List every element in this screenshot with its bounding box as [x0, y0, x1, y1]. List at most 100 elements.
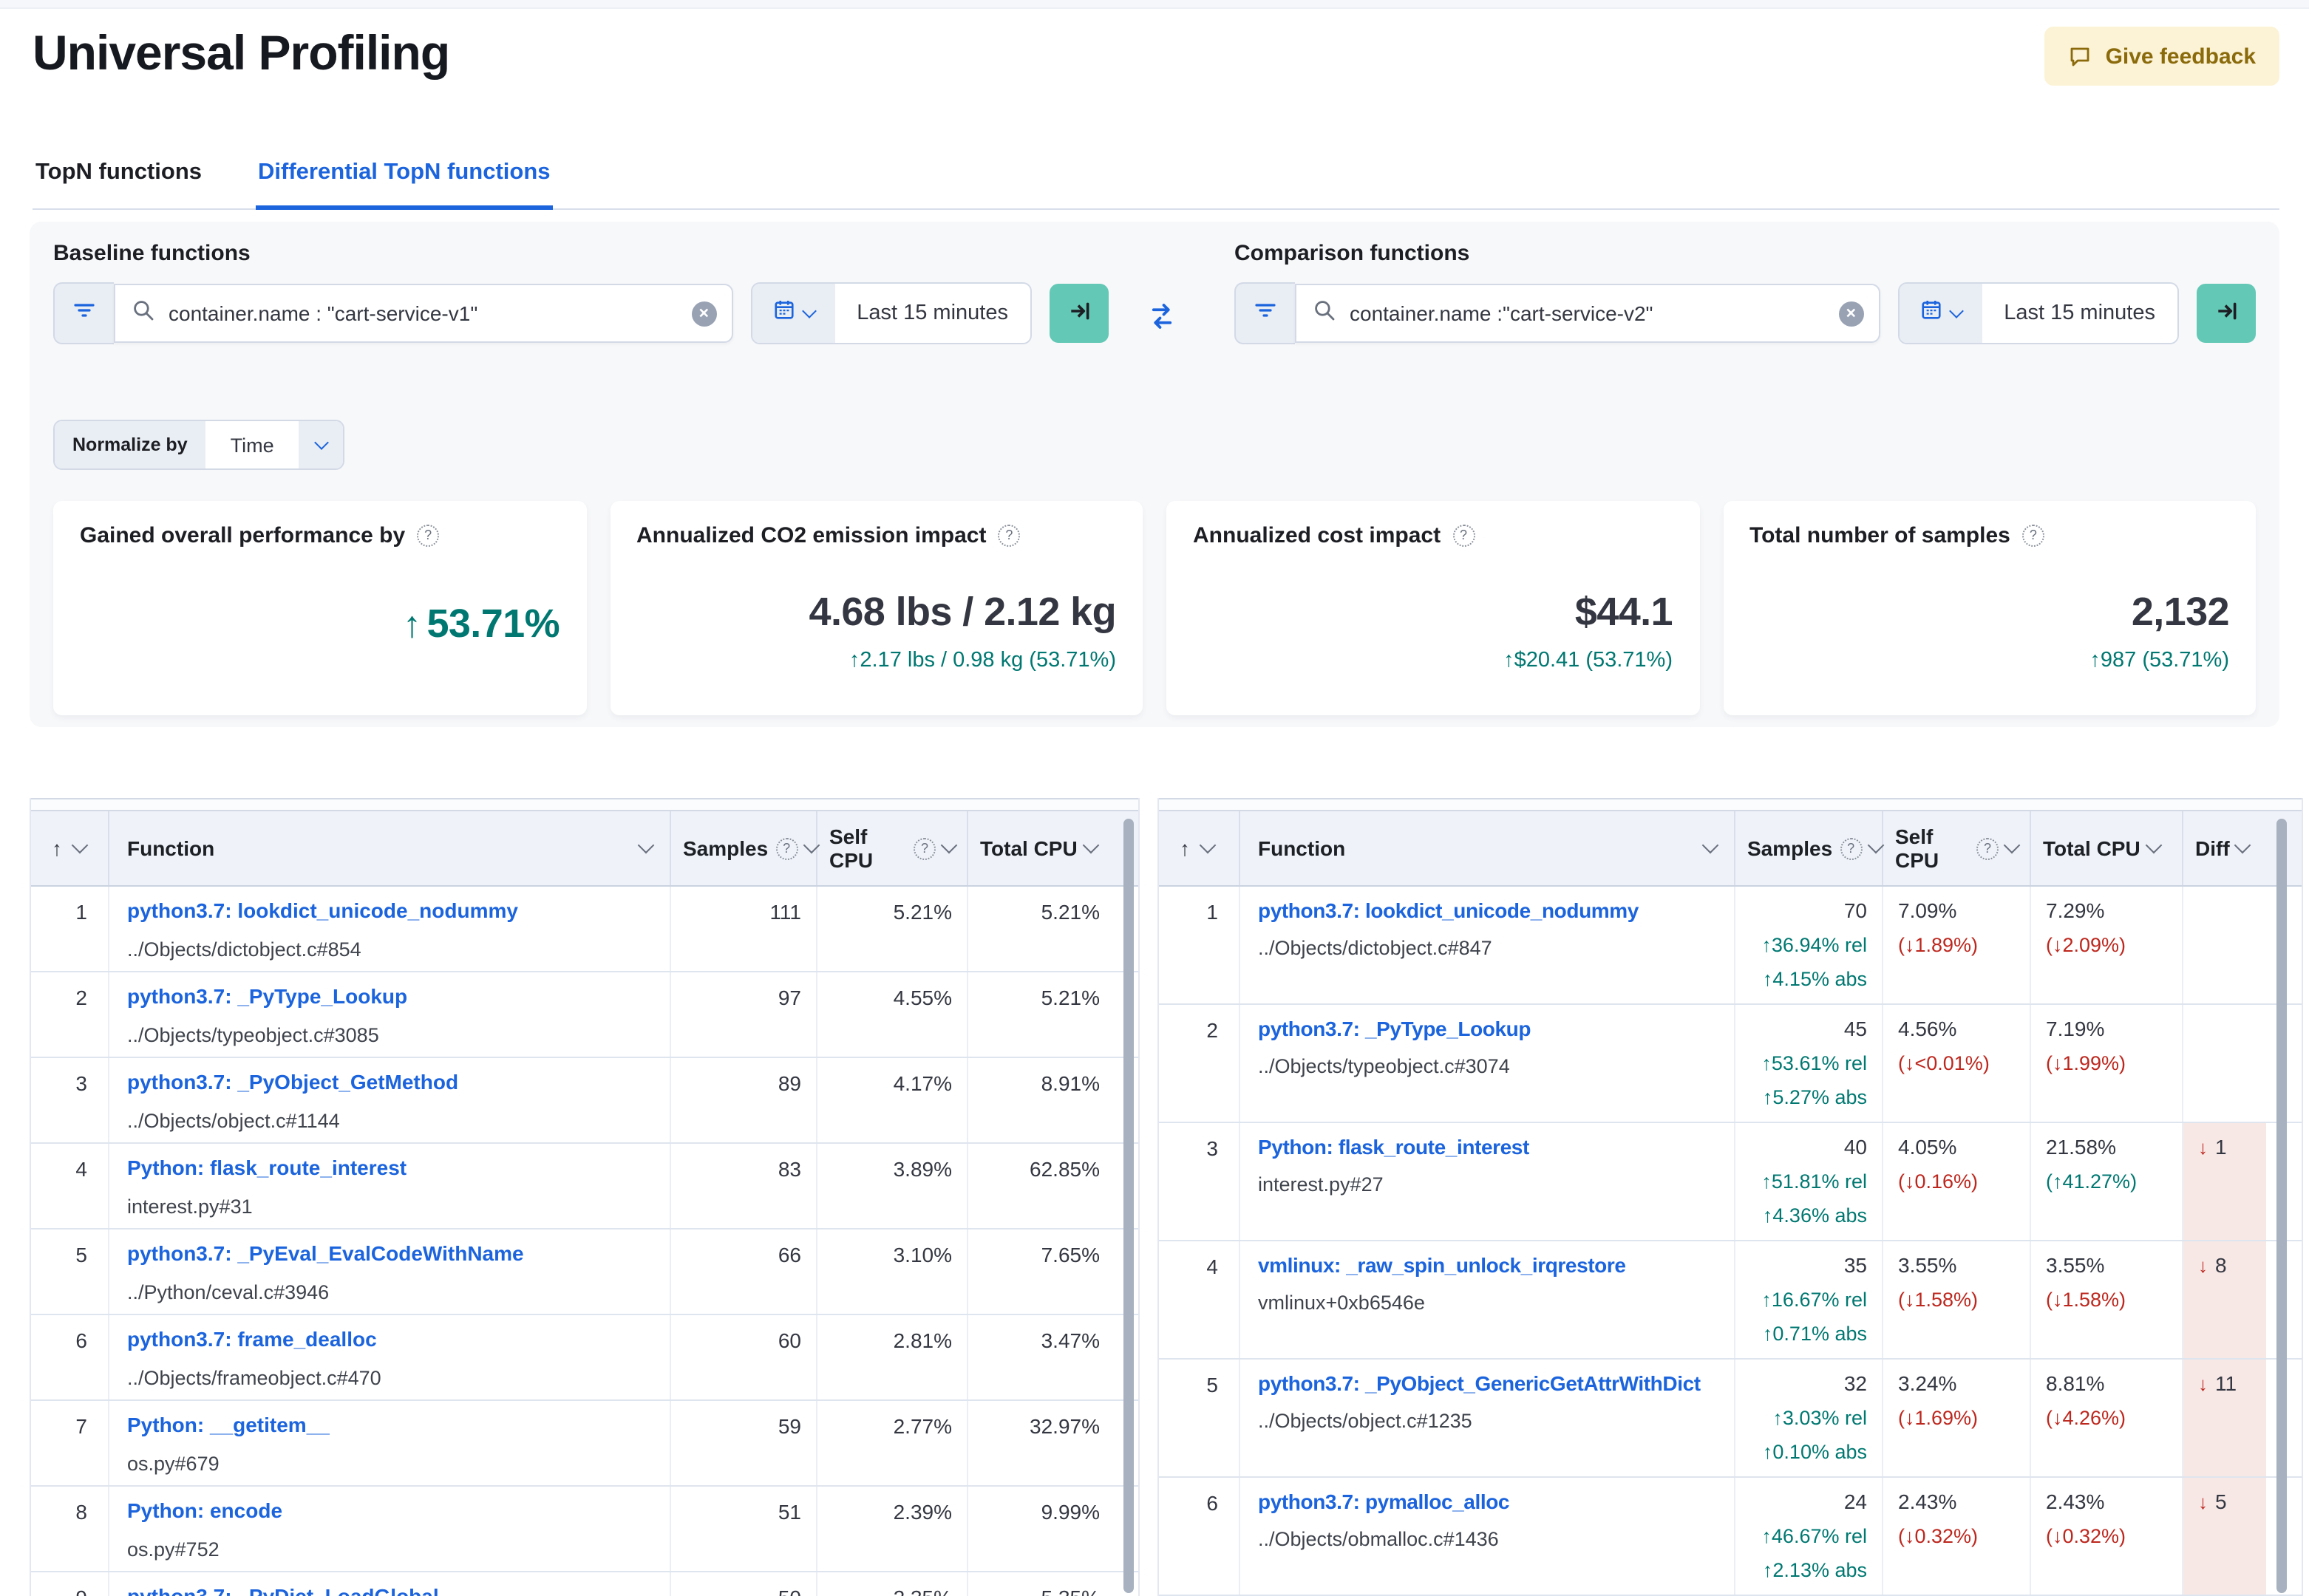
total-cpu-value: 3.55%: [2046, 1253, 2105, 1277]
row-rank: 4: [75, 1157, 87, 1181]
give-feedback-button[interactable]: Give feedback: [2044, 27, 2279, 86]
help-icon[interactable]: [1452, 525, 1475, 547]
comparison-time-range[interactable]: Last 15 minutes: [1982, 284, 2177, 343]
comparison-apply-button[interactable]: [2197, 284, 2256, 343]
baseline-search-row: container.name : "cart-service-v1" Last …: [53, 282, 1109, 344]
table-row: 2 python3.7: _PyType_Lookup ../Objects/t…: [31, 972, 1138, 1058]
chevron-down-icon[interactable]: [1199, 836, 1217, 854]
card-main-value: 53.71%: [426, 601, 560, 646]
search-icon: [132, 298, 155, 329]
chevron-down-icon[interactable]: [940, 836, 958, 854]
card-title: Gained overall performance by: [80, 523, 406, 548]
row-rank: 3: [1206, 1136, 1218, 1160]
column-header-samples[interactable]: Samples: [1734, 811, 1884, 885]
baseline-query-text: container.name : "cart-service-v1": [169, 301, 478, 325]
comparison-filter-button[interactable]: [1234, 282, 1295, 344]
baseline-time-range[interactable]: Last 15 minutes: [834, 284, 1030, 343]
function-link[interactable]: python3.7: lookdict_unicode_nodummy: [127, 898, 661, 922]
help-icon[interactable]: [998, 525, 1021, 547]
self-cpu-value: 4.05%: [1898, 1135, 1957, 1159]
function-link[interactable]: python3.7: frame_dealloc: [127, 1327, 661, 1351]
function-location: ../Objects/frameobject.c#470: [127, 1367, 381, 1389]
function-link[interactable]: python3.7: _PyObject_GetMethod: [127, 1070, 661, 1094]
chevron-down-icon[interactable]: [1701, 836, 1719, 854]
function-link[interactable]: Python: __getitem__: [127, 1413, 661, 1436]
baseline-search-input[interactable]: container.name : "cart-service-v1": [114, 284, 733, 343]
column-header-total-cpu[interactable]: Total CPU: [2030, 811, 2182, 885]
column-header-diff[interactable]: Diff: [2182, 811, 2266, 885]
function-location: ../Objects/dictobject.c#847: [1258, 937, 1492, 959]
self-cpu-delta: (↓<0.01%): [1898, 1052, 1990, 1074]
table-top-scroll-area[interactable]: [1159, 798, 2302, 811]
function-link[interactable]: Python: encode: [127, 1498, 661, 1522]
function-link[interactable]: python3.7: lookdict_unicode_nodummy: [1258, 898, 1725, 922]
card-header: Total number of samples: [1749, 523, 2229, 548]
column-header-total-cpu[interactable]: Total CPU: [967, 811, 1115, 885]
chevron-down-icon[interactable]: [2145, 836, 2163, 854]
tab-topn-functions[interactable]: TopN functions: [33, 154, 205, 210]
function-link[interactable]: python3.7: _PyEval_EvalCodeWithName: [127, 1241, 661, 1265]
samples-rel-delta: ↑36.94% rel: [1761, 934, 1867, 956]
comparison-date-picker-menu[interactable]: [1899, 284, 1982, 343]
comparison-date-picker[interactable]: Last 15 minutes: [1897, 282, 2179, 344]
baseline-filter-button[interactable]: [53, 282, 114, 344]
card-value: $44.1: [1193, 590, 1673, 635]
tab-differential-topn-functions[interactable]: Differential TopN functions: [255, 154, 554, 210]
baseline-date-picker[interactable]: Last 15 minutes: [750, 282, 1032, 344]
total-cpu-delta: (↓4.26%): [2046, 1407, 2126, 1429]
function-cell: python3.7: _PyObject_GenericGetAttrWithD…: [1239, 1360, 1734, 1476]
function-link[interactable]: python3.7: _PyType_Lookup: [1258, 1017, 1725, 1040]
comparison-search-input[interactable]: container.name :"cart-service-v2": [1295, 284, 1880, 343]
chevron-down-icon[interactable]: [1082, 836, 1100, 854]
chevron-down-icon[interactable]: [2234, 836, 2251, 854]
help-icon[interactable]: [417, 525, 440, 547]
column-header-self-cpu[interactable]: Self CPU: [816, 811, 967, 885]
samples-abs-delta: ↑4.15% abs: [1762, 968, 1867, 990]
baseline-date-picker-menu[interactable]: [752, 284, 835, 343]
function-link[interactable]: python3.7: _PyObject_GenericGetAttrWithD…: [1258, 1371, 1725, 1395]
function-link[interactable]: Python: flask_route_interest: [127, 1156, 661, 1179]
function-link[interactable]: python3.7: _PyDict_LoadGlobal: [127, 1584, 661, 1596]
samples-rel-delta: ↑3.03% rel: [1772, 1407, 1867, 1429]
table-row: 2 python3.7: _PyType_Lookup ../Objects/t…: [1159, 1005, 2302, 1123]
sort-up-icon[interactable]: ↑: [1180, 836, 1190, 860]
samples-rel-delta: ↑51.81% rel: [1761, 1170, 1867, 1193]
column-header-samples[interactable]: Samples: [670, 811, 820, 885]
normalize-by-dropdown[interactable]: [299, 421, 344, 468]
swap-queries-button[interactable]: [1146, 301, 1178, 334]
diff-value: 8: [2215, 1253, 2227, 1277]
rank-sort-header[interactable]: ↑: [31, 811, 108, 885]
help-icon[interactable]: [2021, 525, 2044, 547]
table-row: 8 Python: encode os.py#752 51 2.39% 9.99…: [31, 1487, 1138, 1572]
table-row: 4 vmlinux: _raw_spin_unlock_irqrestore v…: [1159, 1241, 2302, 1360]
self-cpu-value: 2.35%: [816, 1572, 967, 1596]
table-top-scroll-area[interactable]: [31, 798, 1138, 811]
self-cpu-value: 4.55%: [816, 972, 967, 1057]
vertical-scrollbar[interactable]: [1123, 819, 1134, 1593]
rank-sort-header[interactable]: ↑: [1159, 811, 1239, 885]
sort-up-icon[interactable]: ↑: [52, 836, 62, 860]
function-link[interactable]: vmlinux: _raw_spin_unlock_irqrestore: [1258, 1253, 1725, 1277]
function-link[interactable]: python3.7: pymalloc_alloc: [1258, 1490, 1725, 1513]
column-header-self-cpu[interactable]: Self CPU: [1882, 811, 2030, 885]
chevron-down-icon[interactable]: [2003, 836, 2021, 854]
function-location: interest.py#31: [127, 1196, 253, 1218]
baseline-clear-query-button[interactable]: [691, 301, 717, 326]
comparison-clear-query-button[interactable]: [1838, 301, 1864, 326]
chevron-down-icon[interactable]: [71, 836, 89, 854]
row-rank: 7: [75, 1414, 87, 1438]
column-label: Total CPU: [980, 836, 1078, 860]
baseline-apply-button[interactable]: [1050, 284, 1109, 343]
normalize-by-value[interactable]: Time: [205, 421, 299, 468]
vertical-scrollbar[interactable]: [2276, 819, 2287, 1593]
function-link[interactable]: Python: flask_route_interest: [1258, 1135, 1725, 1159]
function-link[interactable]: python3.7: _PyType_Lookup: [127, 984, 661, 1008]
total-cpu-delta: (↑41.27%): [2046, 1170, 2138, 1193]
column-header-function[interactable]: Function: [1239, 811, 1734, 885]
chevron-down-icon[interactable]: [637, 836, 655, 854]
samples-value: 59: [670, 1401, 816, 1485]
table-row: 3 Python: flask_route_interest interest.…: [1159, 1123, 2302, 1241]
self-cpu-cell: 2.43% (↓0.32%): [1882, 1478, 2030, 1595]
column-header-function[interactable]: Function: [108, 811, 670, 885]
row-rank: 4: [1206, 1255, 1218, 1278]
